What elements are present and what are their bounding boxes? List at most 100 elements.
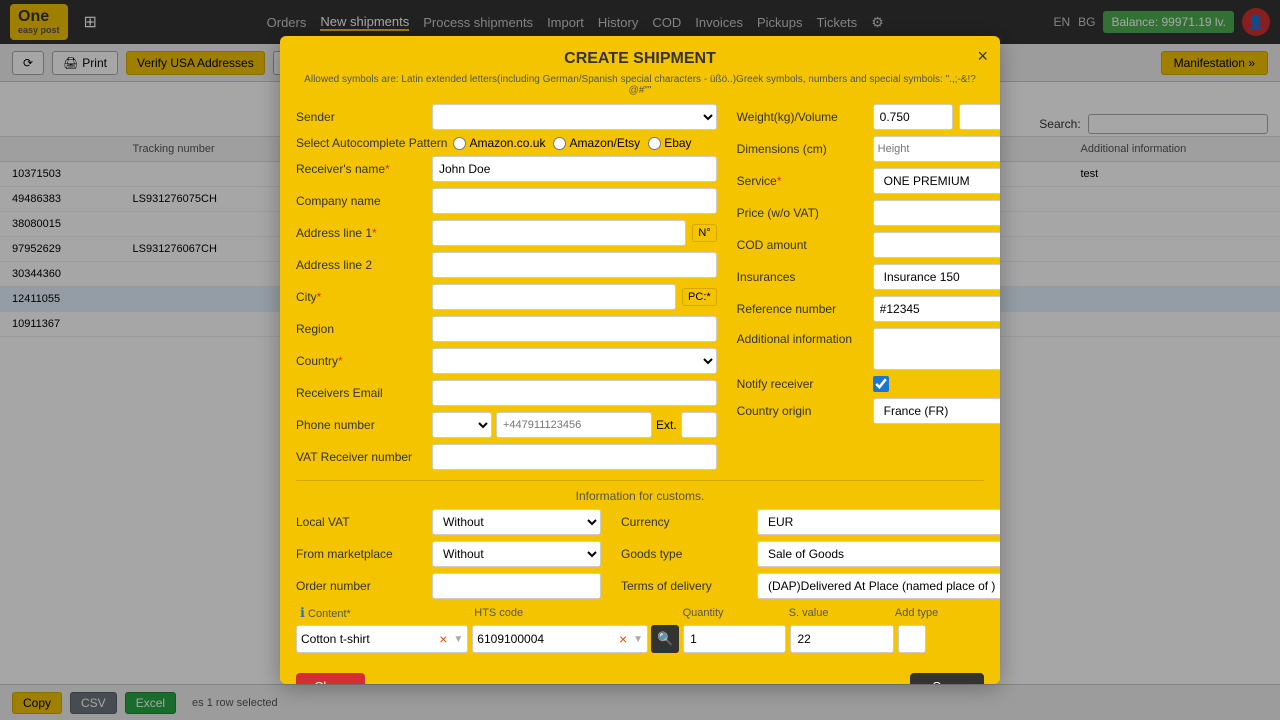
addtype-col-header: Add type	[895, 607, 980, 619]
delivery-label: Terms of delivery	[621, 579, 751, 593]
content-item-label: Cotton t-shirt	[301, 632, 433, 646]
address2-label: Address line 2	[296, 258, 426, 272]
delivery-select[interactable]: (DAP)Delivered At Place (named place of …	[757, 573, 1000, 599]
notify-label: Notify receiver	[737, 377, 867, 391]
height-input[interactable]	[873, 136, 1000, 162]
weight-row: Weight(kg)/Volume	[737, 104, 1000, 130]
svalue-input[interactable]	[790, 625, 893, 653]
phone-row: Phone number Ext.	[296, 412, 717, 438]
customs-divider: Information for customs.	[296, 480, 984, 509]
modal-overlay: CREATE SHIPMENT Allowed symbols are: Lat…	[0, 0, 1280, 720]
add-type-box	[898, 625, 926, 653]
region-input[interactable]	[432, 316, 717, 342]
phone-number-input[interactable]	[496, 412, 652, 438]
city-label: City*	[296, 290, 426, 304]
country-origin-row: Country origin France (FR)	[737, 398, 1000, 424]
autocomplete-label: Select Autocomplete Pattern	[296, 136, 447, 150]
volume-input[interactable]	[959, 104, 1000, 130]
phone-code-select[interactable]	[432, 412, 492, 438]
cod-input[interactable]	[873, 232, 1000, 258]
content-item-tag: Cotton t-shirt × ▼	[296, 625, 468, 653]
info-icon: ℹ	[300, 605, 305, 620]
modal-subtitle: Allowed symbols are: Latin extended lett…	[280, 72, 1000, 104]
order-number-input[interactable]	[432, 573, 601, 599]
region-row: Region	[296, 316, 717, 342]
hts-search-button[interactable]: 🔍	[651, 625, 679, 653]
close-button[interactable]: Close	[296, 673, 365, 684]
qty-col-header: Quantity	[683, 607, 785, 619]
radio-amazon-etsy[interactable]: Amazon/Etsy	[553, 136, 640, 150]
additional-info-textarea[interactable]	[873, 328, 1000, 370]
content-row: Cotton t-shirt × ▼ 6109100004 × ▼ 🔍	[296, 625, 984, 653]
notify-row: Notify receiver	[737, 376, 1000, 392]
marketplace-label: From marketplace	[296, 547, 426, 561]
hts-input-group: 6109100004 × ▼ 🔍	[472, 625, 679, 653]
goods-type-select[interactable]: Sale of Goods	[757, 541, 1000, 567]
cod-row: COD amount EUR	[737, 232, 1000, 258]
currency-row: Currency EUR	[621, 509, 1000, 535]
modal-close-button[interactable]: ×	[977, 46, 988, 67]
price-input[interactable]	[873, 200, 1000, 226]
content-item-remove-button[interactable]: ×	[437, 631, 449, 647]
quantity-input[interactable]	[683, 625, 786, 653]
content-dropdown-icon: ▼	[453, 634, 463, 645]
address1-input[interactable]	[432, 220, 686, 246]
service-select[interactable]: ONE PREMIUM	[873, 168, 1000, 194]
receivers-name-row: Receiver's name* John Doe	[296, 156, 717, 182]
local-vat-select[interactable]: Without	[432, 509, 601, 535]
phone-label: Phone number	[296, 418, 426, 432]
left-form-section: Sender Select Autocomplete Pattern Amazo…	[296, 104, 717, 476]
customs-right: Currency EUR Goods type Sale of Goods Te…	[621, 509, 1000, 605]
hts-dropdown-icon: ▼	[633, 634, 643, 645]
phone-input-group: Ext.	[432, 412, 717, 438]
service-label: Service*	[737, 174, 867, 188]
price-label: Price (w/o VAT)	[737, 206, 867, 220]
receivers-name-label: Receiver's name*	[296, 162, 426, 176]
content-col-header: ℹ Content*	[300, 605, 470, 621]
marketplace-select[interactable]: Without	[432, 541, 601, 567]
hts-remove-button[interactable]: ×	[617, 631, 629, 647]
country-origin-select[interactable]: France (FR)	[873, 398, 1000, 424]
phone-ext-label: Ext.	[656, 418, 677, 432]
insurance-select[interactable]: Insurance 150	[873, 264, 1000, 290]
hts-tag: 6109100004 × ▼	[472, 625, 648, 653]
insurance-label: Insurances	[737, 270, 867, 284]
email-row: Receivers Email	[296, 380, 717, 406]
receivers-name-input[interactable]: John Doe	[432, 156, 717, 182]
dimensions-inputs	[873, 136, 1000, 162]
currency-select[interactable]: EUR	[757, 509, 1000, 535]
order-number-label: Order number	[296, 579, 426, 593]
save-button[interactable]: Save	[910, 673, 984, 684]
weight-input[interactable]	[873, 104, 953, 130]
address1-suffix: N°	[692, 224, 716, 242]
city-pc-suffix: PC:*	[682, 288, 717, 306]
goods-type-label: Goods type	[621, 547, 751, 561]
hts-value: 6109100004	[477, 632, 613, 646]
address2-input[interactable]	[432, 252, 717, 278]
main-form-grid: Sender Select Autocomplete Pattern Amazo…	[296, 104, 984, 476]
right-form-section: Weight(kg)/Volume Dimensions (cm) S	[737, 104, 1000, 476]
reference-input[interactable]	[873, 296, 1000, 322]
modal-title: CREATE SHIPMENT	[280, 36, 1000, 72]
radio-amazon-uk[interactable]: Amazon.co.uk	[453, 136, 545, 150]
additional-info-row: Additional information	[737, 328, 1000, 370]
email-input[interactable]	[432, 380, 717, 406]
notify-checkbox[interactable]	[873, 376, 889, 392]
delivery-row: Terms of delivery (DAP)Delivered At Plac…	[621, 573, 1000, 599]
customs-left: Local VAT Without From marketplace Witho…	[296, 509, 601, 605]
radio-ebay[interactable]: Ebay	[648, 136, 691, 150]
city-input[interactable]	[432, 284, 676, 310]
svalue-col-header: S. value	[789, 607, 891, 619]
country-row: Country*	[296, 348, 717, 374]
order-number-row: Order number	[296, 573, 601, 599]
vat-input[interactable]	[432, 444, 717, 470]
reference-label: Reference number	[737, 302, 867, 316]
modal-footer: Close Save	[280, 665, 1000, 684]
modal-body: Sender Select Autocomplete Pattern Amazo…	[280, 104, 1000, 665]
address2-row: Address line 2	[296, 252, 717, 278]
country-select[interactable]	[432, 348, 717, 374]
phone-ext-input[interactable]	[681, 412, 717, 438]
sender-row: Sender	[296, 104, 717, 130]
sender-select[interactable]	[432, 104, 717, 130]
company-name-input[interactable]	[432, 188, 717, 214]
